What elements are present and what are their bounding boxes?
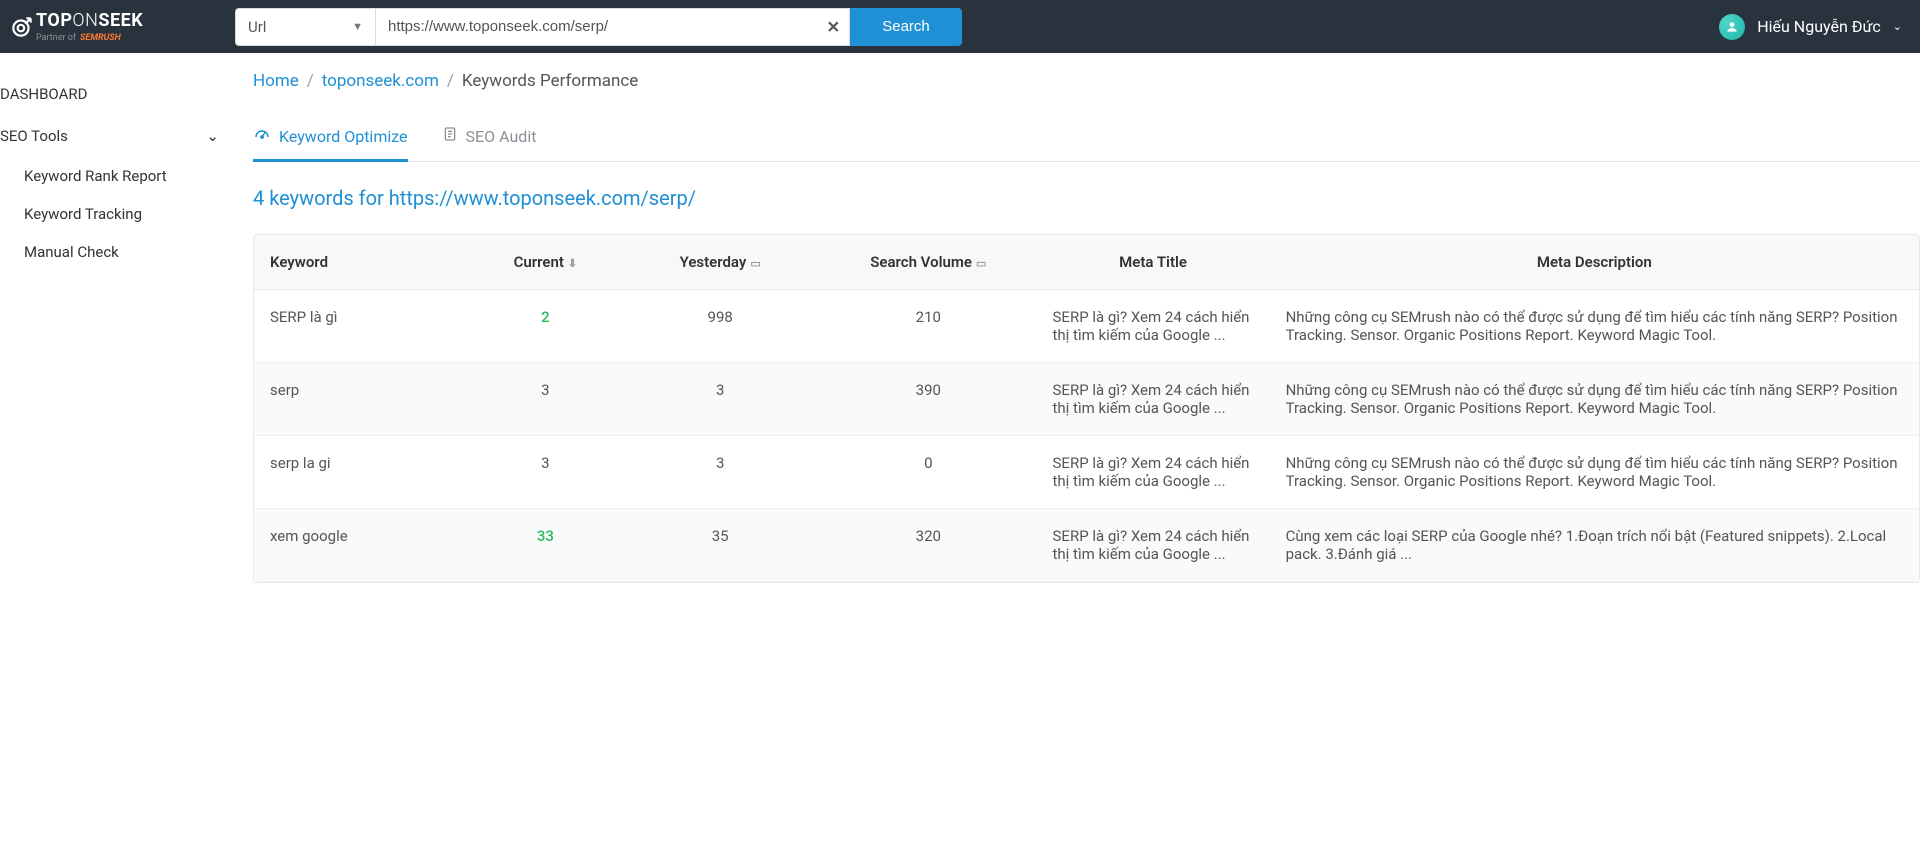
- keywords-table: Keyword Current⬇ Yesterday▭ Search Volum…: [253, 234, 1920, 583]
- sidebar-label: DASHBOARD: [0, 85, 87, 103]
- sort-icon: ▭: [750, 257, 760, 270]
- cell-meta-description: Cùng xem các loại SERP của Google nhé? 1…: [1270, 509, 1919, 582]
- col-search-volume[interactable]: Search Volume▭: [820, 235, 1036, 290]
- sidebar-submenu: Keyword Rank Report Keyword Tracking Man…: [0, 157, 235, 271]
- sidebar-label: Keyword Tracking: [24, 205, 142, 223]
- cell-meta-description: Những công cụ SEMrush nào có thể được sử…: [1270, 363, 1919, 436]
- col-yesterday[interactable]: Yesterday▭: [620, 235, 820, 290]
- chevron-down-icon: ▼: [352, 20, 363, 33]
- chevron-down-icon: ⌄: [1893, 20, 1902, 33]
- tab-label: SEO Audit: [466, 127, 537, 146]
- url-type-select[interactable]: Url ▼: [235, 8, 375, 46]
- target-icon: [8, 13, 36, 41]
- url-type-label: Url: [248, 18, 266, 36]
- cell-meta-title: SERP là gì? Xem 24 cách hiển thị tìm kiế…: [1037, 509, 1270, 582]
- user-name: Hiếu Nguyễn Đức: [1757, 17, 1881, 36]
- gauge-icon: [253, 125, 271, 147]
- cell-current: 3: [470, 363, 620, 436]
- url-input[interactable]: [375, 8, 850, 46]
- chevron-down-icon: ⌄: [206, 127, 219, 145]
- breadcrumb-domain[interactable]: toponseek.com: [322, 71, 439, 91]
- table-row[interactable]: serp la gi330SERP là gì? Xem 24 cách hiể…: [254, 436, 1919, 509]
- cell-meta-title: SERP là gì? Xem 24 cách hiển thị tìm kiế…: [1037, 290, 1270, 363]
- cell-current: 3: [470, 436, 620, 509]
- cell-yesterday: 3: [620, 363, 820, 436]
- sidebar-label: Manual Check: [24, 243, 119, 261]
- sidebar-item-keyword-rank-report[interactable]: Keyword Rank Report: [24, 157, 235, 195]
- keywords-summary: 4 keywords for https://www.toponseek.com…: [253, 186, 1920, 210]
- avatar: [1719, 14, 1745, 40]
- cell-current: 33: [470, 509, 620, 582]
- clear-icon[interactable]: ✕: [827, 17, 840, 36]
- cell-meta-title: SERP là gì? Xem 24 cách hiển thị tìm kiế…: [1037, 436, 1270, 509]
- col-meta-title[interactable]: Meta Title: [1037, 235, 1270, 290]
- sidebar-item-dashboard[interactable]: DASHBOARD: [0, 73, 235, 115]
- cell-yesterday: 998: [620, 290, 820, 363]
- breadcrumb-current: Keywords Performance: [462, 71, 638, 91]
- table-header-row: Keyword Current⬇ Yesterday▭ Search Volum…: [254, 235, 1919, 290]
- tab-keyword-optimize[interactable]: Keyword Optimize: [253, 117, 408, 161]
- col-meta-description[interactable]: Meta Description: [1270, 235, 1919, 290]
- col-current[interactable]: Current⬇: [470, 235, 620, 290]
- cell-search-volume: 0: [820, 436, 1036, 509]
- cell-search-volume: 320: [820, 509, 1036, 582]
- cell-keyword: xem google: [254, 509, 470, 582]
- tabs: Keyword Optimize SEO Audit: [253, 117, 1920, 162]
- sidebar: DASHBOARD SEO Tools ⌄ Keyword Rank Repor…: [0, 53, 235, 853]
- sidebar-item-seo-tools[interactable]: SEO Tools ⌄: [0, 115, 235, 157]
- user-menu[interactable]: Hiếu Nguyễn Đức ⌄: [1719, 14, 1902, 40]
- cell-meta-description: Những công cụ SEMrush nào có thể được sử…: [1270, 290, 1919, 363]
- col-keyword[interactable]: Keyword: [254, 235, 470, 290]
- cell-meta-description: Những công cụ SEMrush nào có thể được sử…: [1270, 436, 1919, 509]
- breadcrumb-home[interactable]: Home: [253, 71, 299, 91]
- breadcrumb: Home / toponseek.com / Keywords Performa…: [253, 71, 1920, 91]
- logo-text: TOPONSEEK: [36, 10, 143, 31]
- cell-keyword: serp: [254, 363, 470, 436]
- sidebar-item-keyword-tracking[interactable]: Keyword Tracking: [24, 195, 235, 233]
- breadcrumb-separator: /: [307, 71, 314, 91]
- table-row[interactable]: serp33390SERP là gì? Xem 24 cách hiển th…: [254, 363, 1919, 436]
- sidebar-label: SEO Tools: [0, 127, 68, 145]
- breadcrumb-separator: /: [447, 71, 454, 91]
- sort-icon: ▭: [976, 257, 986, 270]
- cell-search-volume: 390: [820, 363, 1036, 436]
- sidebar-label: Keyword Rank Report: [24, 167, 167, 185]
- cell-keyword: serp la gi: [254, 436, 470, 509]
- table-row[interactable]: xem google3335320SERP là gì? Xem 24 cách…: [254, 509, 1919, 582]
- logo-area[interactable]: TOPONSEEK Partner of SEMRUSH: [0, 10, 235, 43]
- cell-yesterday: 3: [620, 436, 820, 509]
- search-group: Url ▼ ✕ Search: [235, 8, 962, 46]
- tab-seo-audit[interactable]: SEO Audit: [442, 117, 537, 161]
- main-content: Home / toponseek.com / Keywords Performa…: [235, 53, 1920, 853]
- cell-meta-title: SERP là gì? Xem 24 cách hiển thị tìm kiế…: [1037, 363, 1270, 436]
- cell-yesterday: 35: [620, 509, 820, 582]
- sidebar-item-manual-check[interactable]: Manual Check: [24, 233, 235, 271]
- search-button[interactable]: Search: [850, 8, 962, 46]
- topbar: TOPONSEEK Partner of SEMRUSH Url ▼ ✕ Sea…: [0, 0, 1920, 53]
- cell-search-volume: 210: [820, 290, 1036, 363]
- sort-desc-icon: ⬇: [568, 257, 577, 270]
- document-icon: [442, 126, 458, 146]
- cell-current: 2: [470, 290, 620, 363]
- cell-keyword: SERP là gì: [254, 290, 470, 363]
- table-row[interactable]: SERP là gì2998210SERP là gì? Xem 24 cách…: [254, 290, 1919, 363]
- logo-subtext: Partner of SEMRUSH: [36, 33, 143, 43]
- tab-label: Keyword Optimize: [279, 127, 408, 146]
